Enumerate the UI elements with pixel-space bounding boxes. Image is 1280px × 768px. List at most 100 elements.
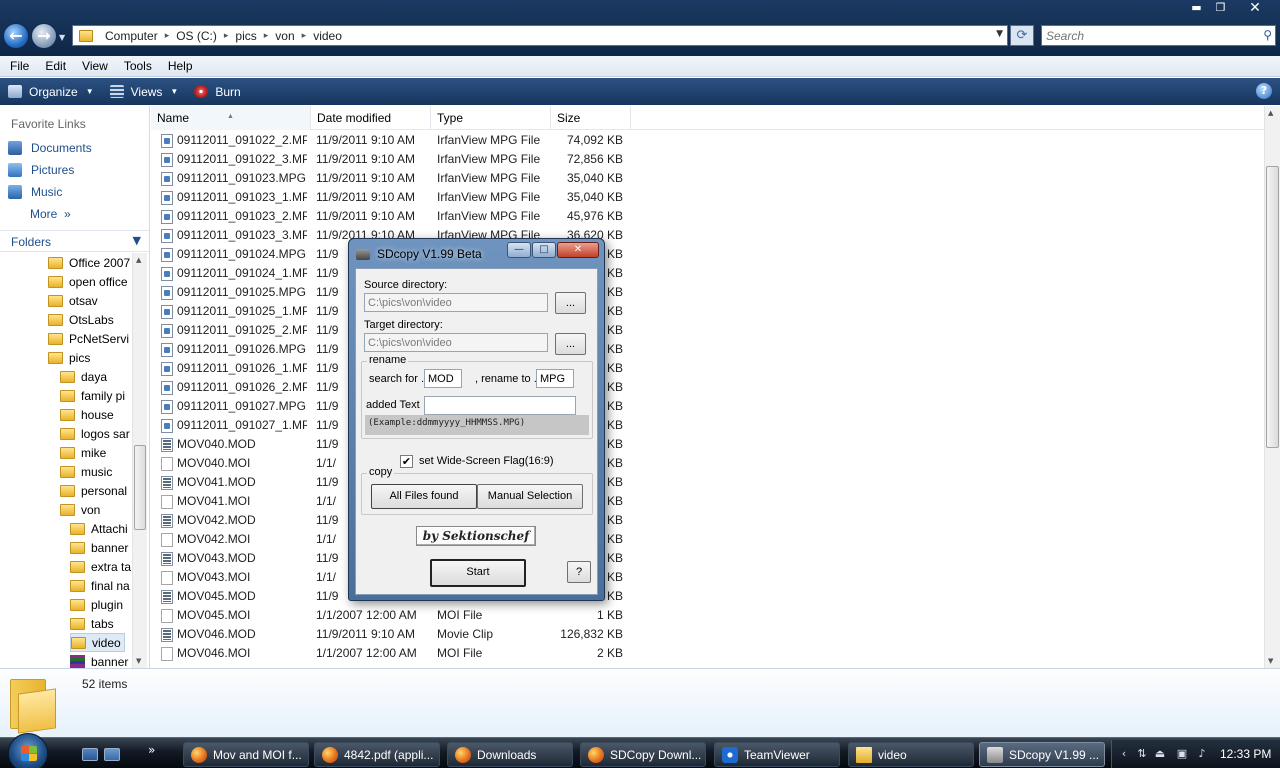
file-row[interactable]: 09112011_091022_3.MPG 11/9/2011 9:10 AM Ir… — [151, 150, 631, 169]
menu-file[interactable]: File — [4, 59, 35, 73]
monitor-icon[interactable]: ▣ — [1176, 748, 1188, 760]
address-dropdown-icon[interactable]: ▼ — [996, 29, 1003, 39]
tray-chevron-icon[interactable]: ‹ — [1118, 748, 1130, 760]
file-row[interactable]: 09112011_091023_2.MPG 11/9/2011 9:10 AM Ir… — [151, 207, 631, 226]
recent-pages-dropdown[interactable]: ▼ — [59, 33, 65, 42]
file-row[interactable]: 09112011_091023.MPG 11/9/2011 9:10 AM Irfa… — [151, 169, 631, 188]
widescreen-checkbox[interactable]: ✔ — [400, 455, 413, 468]
taskbar-button-video[interactable]: video — [848, 742, 974, 767]
close-button[interactable]: ✕ — [1232, 0, 1278, 17]
address-input[interactable]: Computer ▸ OS (C:) ▸ pics ▸ von ▸ video ▼ — [72, 25, 1008, 46]
maximize-button[interactable]: ❐ — [1209, 0, 1232, 17]
tree-item-daya[interactable]: daya — [60, 367, 107, 386]
network-icon[interactable]: ⇅ — [1136, 748, 1148, 760]
back-button[interactable]: ← — [3, 23, 29, 49]
file-row[interactable]: 09112011_091022_2.MPG 11/9/2011 9:10 AM Ir… — [151, 131, 631, 150]
file-list-scroll-thumb[interactable] — [1266, 166, 1279, 448]
search-icon[interactable]: ⚲ — [1263, 28, 1272, 42]
organize-button[interactable]: Organize ▼ — [8, 85, 94, 99]
tree-item-von[interactable]: von — [60, 500, 100, 519]
help-icon[interactable]: ? — [1256, 83, 1272, 99]
target-directory-input[interactable] — [364, 333, 548, 352]
file-row[interactable]: MOV045.MOI 1/1/2007 12:00 AM MOI File 1 KB — [151, 606, 631, 625]
file-row[interactable]: MOV046.MOD 11/9/2011 9:10 AM Movie Clip 126… — [151, 625, 631, 644]
views-button[interactable]: Views ▼ — [109, 85, 178, 99]
tree-item-logos-sar[interactable]: logos sar — [60, 424, 130, 443]
dialog-titlebar[interactable]: SDcopy V1.99 Beta — □ ✕ — [349, 239, 604, 267]
tree-item-attachi[interactable]: Attachi — [70, 519, 128, 538]
volume-icon[interactable]: ♪ — [1196, 748, 1208, 760]
source-directory-input[interactable] — [364, 293, 548, 312]
tree-item-extra-ta[interactable]: extra ta — [70, 557, 131, 576]
breadcrumb-computer[interactable]: Computer — [101, 29, 162, 43]
target-browse-button[interactable]: ... — [555, 333, 586, 355]
breadcrumb-os-c[interactable]: OS (C:) — [172, 29, 221, 43]
tree-item-plugin[interactable]: plugin — [70, 595, 123, 614]
dialog-maximize-button[interactable]: □ — [532, 242, 556, 258]
show-desktop-icon[interactable] — [82, 748, 98, 761]
tree-item-banner[interactable]: banner — [70, 652, 128, 668]
tree-item-personal[interactable]: personal — [60, 481, 127, 500]
favorite-more-link[interactable]: More » — [30, 207, 71, 221]
taskbar-button-sdcopy-v1-99[interactable]: SDcopy V1.99 ... — [979, 742, 1105, 767]
taskbar-button-sdcopy-downl[interactable]: SDCopy Downl... — [580, 742, 706, 767]
breadcrumb-separator-icon[interactable]: ▸ — [221, 31, 232, 41]
all-files-found-button[interactable]: All Files found — [371, 484, 477, 509]
tree-item-family-pi[interactable]: family pi — [60, 386, 125, 405]
quick-launch-more-icon[interactable]: » — [148, 743, 155, 757]
scroll-up-icon[interactable]: ▲ — [1268, 109, 1273, 117]
search-box[interactable]: ⚲ — [1041, 25, 1276, 46]
search-input[interactable] — [1042, 26, 1242, 45]
breadcrumb-von[interactable]: von — [271, 29, 298, 43]
start-button[interactable]: Start — [430, 559, 526, 587]
tree-item-tabs[interactable]: tabs — [70, 614, 114, 633]
folder-tree-scrollbar[interactable]: ▲ ▼ — [132, 253, 147, 668]
dialog-close-button[interactable]: ✕ — [557, 242, 599, 258]
tree-item-video[interactable]: video — [70, 633, 125, 652]
tree-item-mike[interactable]: mike — [60, 443, 106, 462]
breadcrumb-separator-icon[interactable]: ▸ — [261, 31, 272, 41]
favorite-documents[interactable]: Documents — [8, 141, 92, 155]
taskbar-button-downloads[interactable]: Downloads — [447, 742, 573, 767]
scroll-down-icon[interactable]: ▼ — [136, 657, 141, 665]
folders-header[interactable]: Folders ▼ — [0, 230, 149, 252]
folder-tree-scroll-thumb[interactable] — [134, 445, 146, 530]
tree-item-pcnetservi[interactable]: PcNetServi — [48, 329, 129, 348]
scroll-up-icon[interactable]: ▲ — [136, 256, 141, 264]
menu-edit[interactable]: Edit — [39, 59, 72, 73]
forward-button[interactable]: → — [31, 23, 57, 49]
favorite-pictures[interactable]: Pictures — [8, 163, 74, 177]
tree-item-otsav[interactable]: otsav — [48, 291, 98, 310]
start-button[interactable] — [8, 733, 48, 768]
taskbar-button-mov-and-moi-f[interactable]: Mov and MOI f... — [183, 742, 309, 767]
refresh-button[interactable]: ⟳ — [1010, 25, 1034, 46]
taskbar-button-4842-pdf-appli[interactable]: 4842.pdf (appli... — [314, 742, 440, 767]
column-header-type[interactable]: Type — [431, 106, 551, 130]
breadcrumb-pics[interactable]: pics — [231, 29, 260, 43]
menu-help[interactable]: Help — [162, 59, 199, 73]
breadcrumb-separator-icon[interactable]: ▸ — [299, 31, 310, 41]
tree-item-music[interactable]: music — [60, 462, 112, 481]
scroll-down-icon[interactable]: ▼ — [1268, 657, 1273, 665]
file-list-scrollbar[interactable]: ▲ ▼ — [1264, 106, 1280, 668]
tree-item-pics[interactable]: pics — [48, 348, 90, 367]
minimize-button[interactable]: ▬ — [1184, 0, 1209, 17]
clock[interactable]: 12:33 PM — [1220, 747, 1271, 761]
search-for-extension-input[interactable] — [424, 369, 462, 388]
tree-item-house[interactable]: house — [60, 405, 114, 424]
taskbar-button-teamviewer[interactable]: TeamViewer — [714, 742, 840, 767]
added-text-input[interactable] — [424, 396, 576, 415]
burn-button[interactable]: Burn — [194, 85, 241, 99]
column-header-name[interactable]: Name ▲ — [151, 106, 311, 130]
menu-tools[interactable]: Tools — [118, 59, 158, 73]
tree-item-open-office[interactable]: open office — [48, 272, 128, 291]
help-button[interactable]: ? — [567, 561, 591, 583]
breadcrumb-separator-icon[interactable]: ▸ — [162, 31, 173, 41]
file-row[interactable]: 09112011_091023_1.MPG 11/9/2011 9:10 AM Ir… — [151, 188, 631, 207]
source-browse-button[interactable]: ... — [555, 292, 586, 314]
safely-remove-icon[interactable]: ⏏ — [1154, 748, 1166, 760]
column-header-size[interactable]: Size — [551, 106, 631, 130]
menu-view[interactable]: View — [76, 59, 114, 73]
switch-windows-icon[interactable] — [104, 748, 120, 761]
file-row[interactable]: MOV046.MOI 1/1/2007 12:00 AM MOI File 2 KB — [151, 644, 631, 663]
